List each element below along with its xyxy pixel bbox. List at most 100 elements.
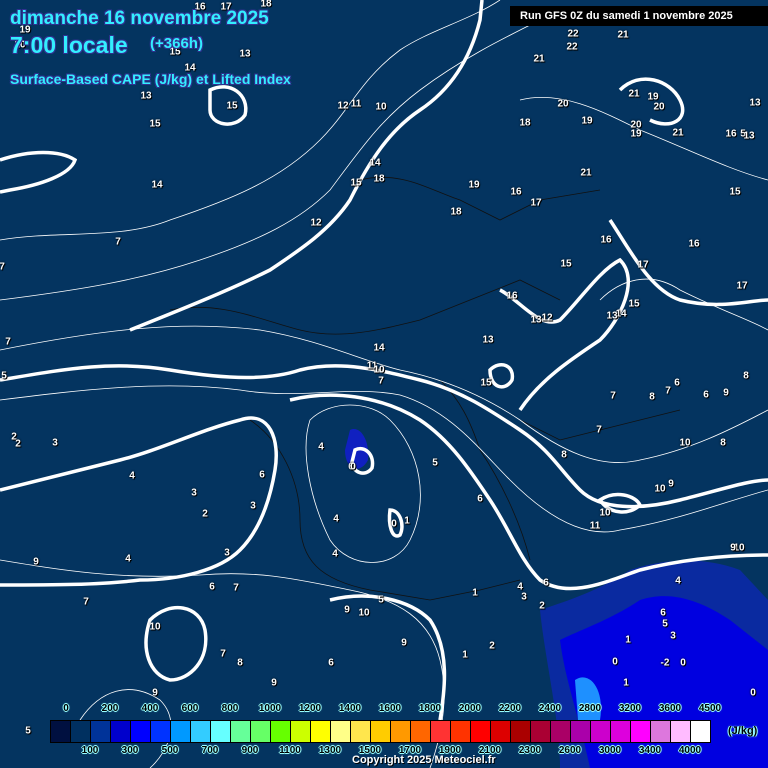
- contour-label: 9: [723, 387, 729, 399]
- legend-swatch: [251, 721, 271, 742]
- legend-tick-label: 2400: [538, 703, 562, 714]
- contour-label: 6: [209, 581, 215, 593]
- legend-tick-label: 2000: [458, 703, 482, 714]
- contour-label: 8: [720, 437, 726, 449]
- contour-label: 13: [743, 130, 755, 142]
- low-cape-area: [345, 429, 768, 768]
- contour-label: 8: [561, 449, 567, 461]
- run-info: Run GFS 0Z du samedi 1 novembre 2025: [510, 6, 768, 26]
- contour-label: 4: [333, 513, 339, 525]
- legend-tick-label: 100: [81, 745, 99, 756]
- contour-label: 16: [510, 186, 522, 198]
- contour-label: 9: [730, 542, 736, 554]
- contour-label: 1: [623, 677, 629, 689]
- contour-label: 12: [541, 312, 553, 324]
- contour-label: 4: [125, 553, 131, 565]
- contour-label: 7: [115, 236, 121, 248]
- contour-label: 20: [653, 101, 665, 113]
- legend-tick-label: 1600: [378, 703, 402, 714]
- contour-label: 6: [674, 377, 680, 389]
- legend-tick-label: 3000: [598, 745, 622, 756]
- contour-label: 12: [337, 100, 349, 112]
- color-legend: [50, 720, 711, 743]
- legend-swatch: [691, 721, 710, 742]
- legend-unit: (J/kg): [728, 725, 758, 737]
- legend-tick-label: 500: [161, 745, 179, 756]
- legend-swatch: [311, 721, 331, 742]
- legend-tick-label: 1200: [298, 703, 322, 714]
- contour-label: 8: [743, 370, 749, 382]
- contour-label: 15: [350, 177, 362, 189]
- contour-label: 8: [237, 657, 243, 669]
- legend-swatch: [571, 721, 591, 742]
- legend-tick-label: 0: [63, 703, 69, 714]
- contour-label: 18: [519, 117, 531, 129]
- copyright: Copyright 2025 Meteociel.fr: [352, 754, 496, 766]
- contour-label: 7: [83, 596, 89, 608]
- contour-label: 3: [670, 630, 676, 642]
- contour-label: 2: [15, 438, 21, 450]
- contour-label: 6: [703, 389, 709, 401]
- contour-label: 15: [480, 377, 492, 389]
- contour-label: 6: [543, 577, 549, 589]
- legend-swatch: [611, 721, 631, 742]
- contour-label: 9: [668, 478, 674, 490]
- contour-label: 10: [375, 101, 387, 113]
- contour-label: 1: [462, 649, 468, 661]
- legend-tick-label: 900: [241, 745, 259, 756]
- contour-label: 8: [649, 391, 655, 403]
- contour-label: 0: [612, 656, 618, 668]
- legend-swatch: [231, 721, 251, 742]
- legend-swatch: [331, 721, 351, 742]
- contour-label: 21: [672, 127, 684, 139]
- legend-tick-label: 2300: [518, 745, 542, 756]
- legend-swatch: [451, 721, 471, 742]
- contour-label: 21: [628, 88, 640, 100]
- legend-swatch: [211, 721, 231, 742]
- contour-label: 15: [226, 100, 238, 112]
- legend-swatch: [671, 721, 691, 742]
- contour-label: 22: [567, 28, 579, 40]
- contour-label: 10: [599, 507, 611, 519]
- legend-tick-label: 4500: [698, 703, 722, 714]
- legend-swatch: [51, 721, 71, 742]
- contour-label: 5: [1, 370, 7, 382]
- legend-swatch: [411, 721, 431, 742]
- contour-label: 1: [625, 634, 631, 646]
- legend-tick-label: 3200: [618, 703, 642, 714]
- contour-label: 18: [373, 173, 385, 185]
- legend-swatch: [491, 721, 511, 742]
- contour-label: 9: [152, 687, 158, 699]
- legend-tick-label: 300: [121, 745, 139, 756]
- contour-label: 9: [344, 604, 350, 616]
- legend-tick-label: 200: [101, 703, 119, 714]
- legend-tick-label: 3600: [658, 703, 682, 714]
- legend-swatch: [431, 721, 451, 742]
- legend-tick-label: 4000: [678, 745, 702, 756]
- contour-label: 6: [477, 493, 483, 505]
- contour-label: 9: [271, 677, 277, 689]
- contour-label: 15: [149, 118, 161, 130]
- contour-label: 17: [530, 197, 542, 209]
- contour-label: 2: [202, 508, 208, 520]
- contour-label: 12: [310, 217, 322, 229]
- contour-label: 21: [533, 53, 545, 65]
- contour-label: 16: [688, 238, 700, 250]
- legend-tick-label: 1400: [338, 703, 362, 714]
- legend-tick-label: 800: [221, 703, 239, 714]
- contour-label: 15: [628, 298, 640, 310]
- contour-label: 20: [557, 98, 569, 110]
- legend-tick-label: 1300: [318, 745, 342, 756]
- legend-tick-label: 3400: [638, 745, 662, 756]
- contour-label: 19: [630, 128, 642, 140]
- contour-label: 10: [654, 483, 666, 495]
- contour-label: 10: [679, 437, 691, 449]
- contour-label: 7: [596, 424, 602, 436]
- legend-swatch: [551, 721, 571, 742]
- legend-tick-label: 1100: [279, 745, 301, 756]
- legend-tick-label: 1800: [418, 703, 442, 714]
- contour-label: 13: [140, 90, 152, 102]
- contour-label: 5: [378, 594, 384, 606]
- contour-label: 17: [736, 280, 748, 292]
- contour-label: 2: [539, 600, 545, 612]
